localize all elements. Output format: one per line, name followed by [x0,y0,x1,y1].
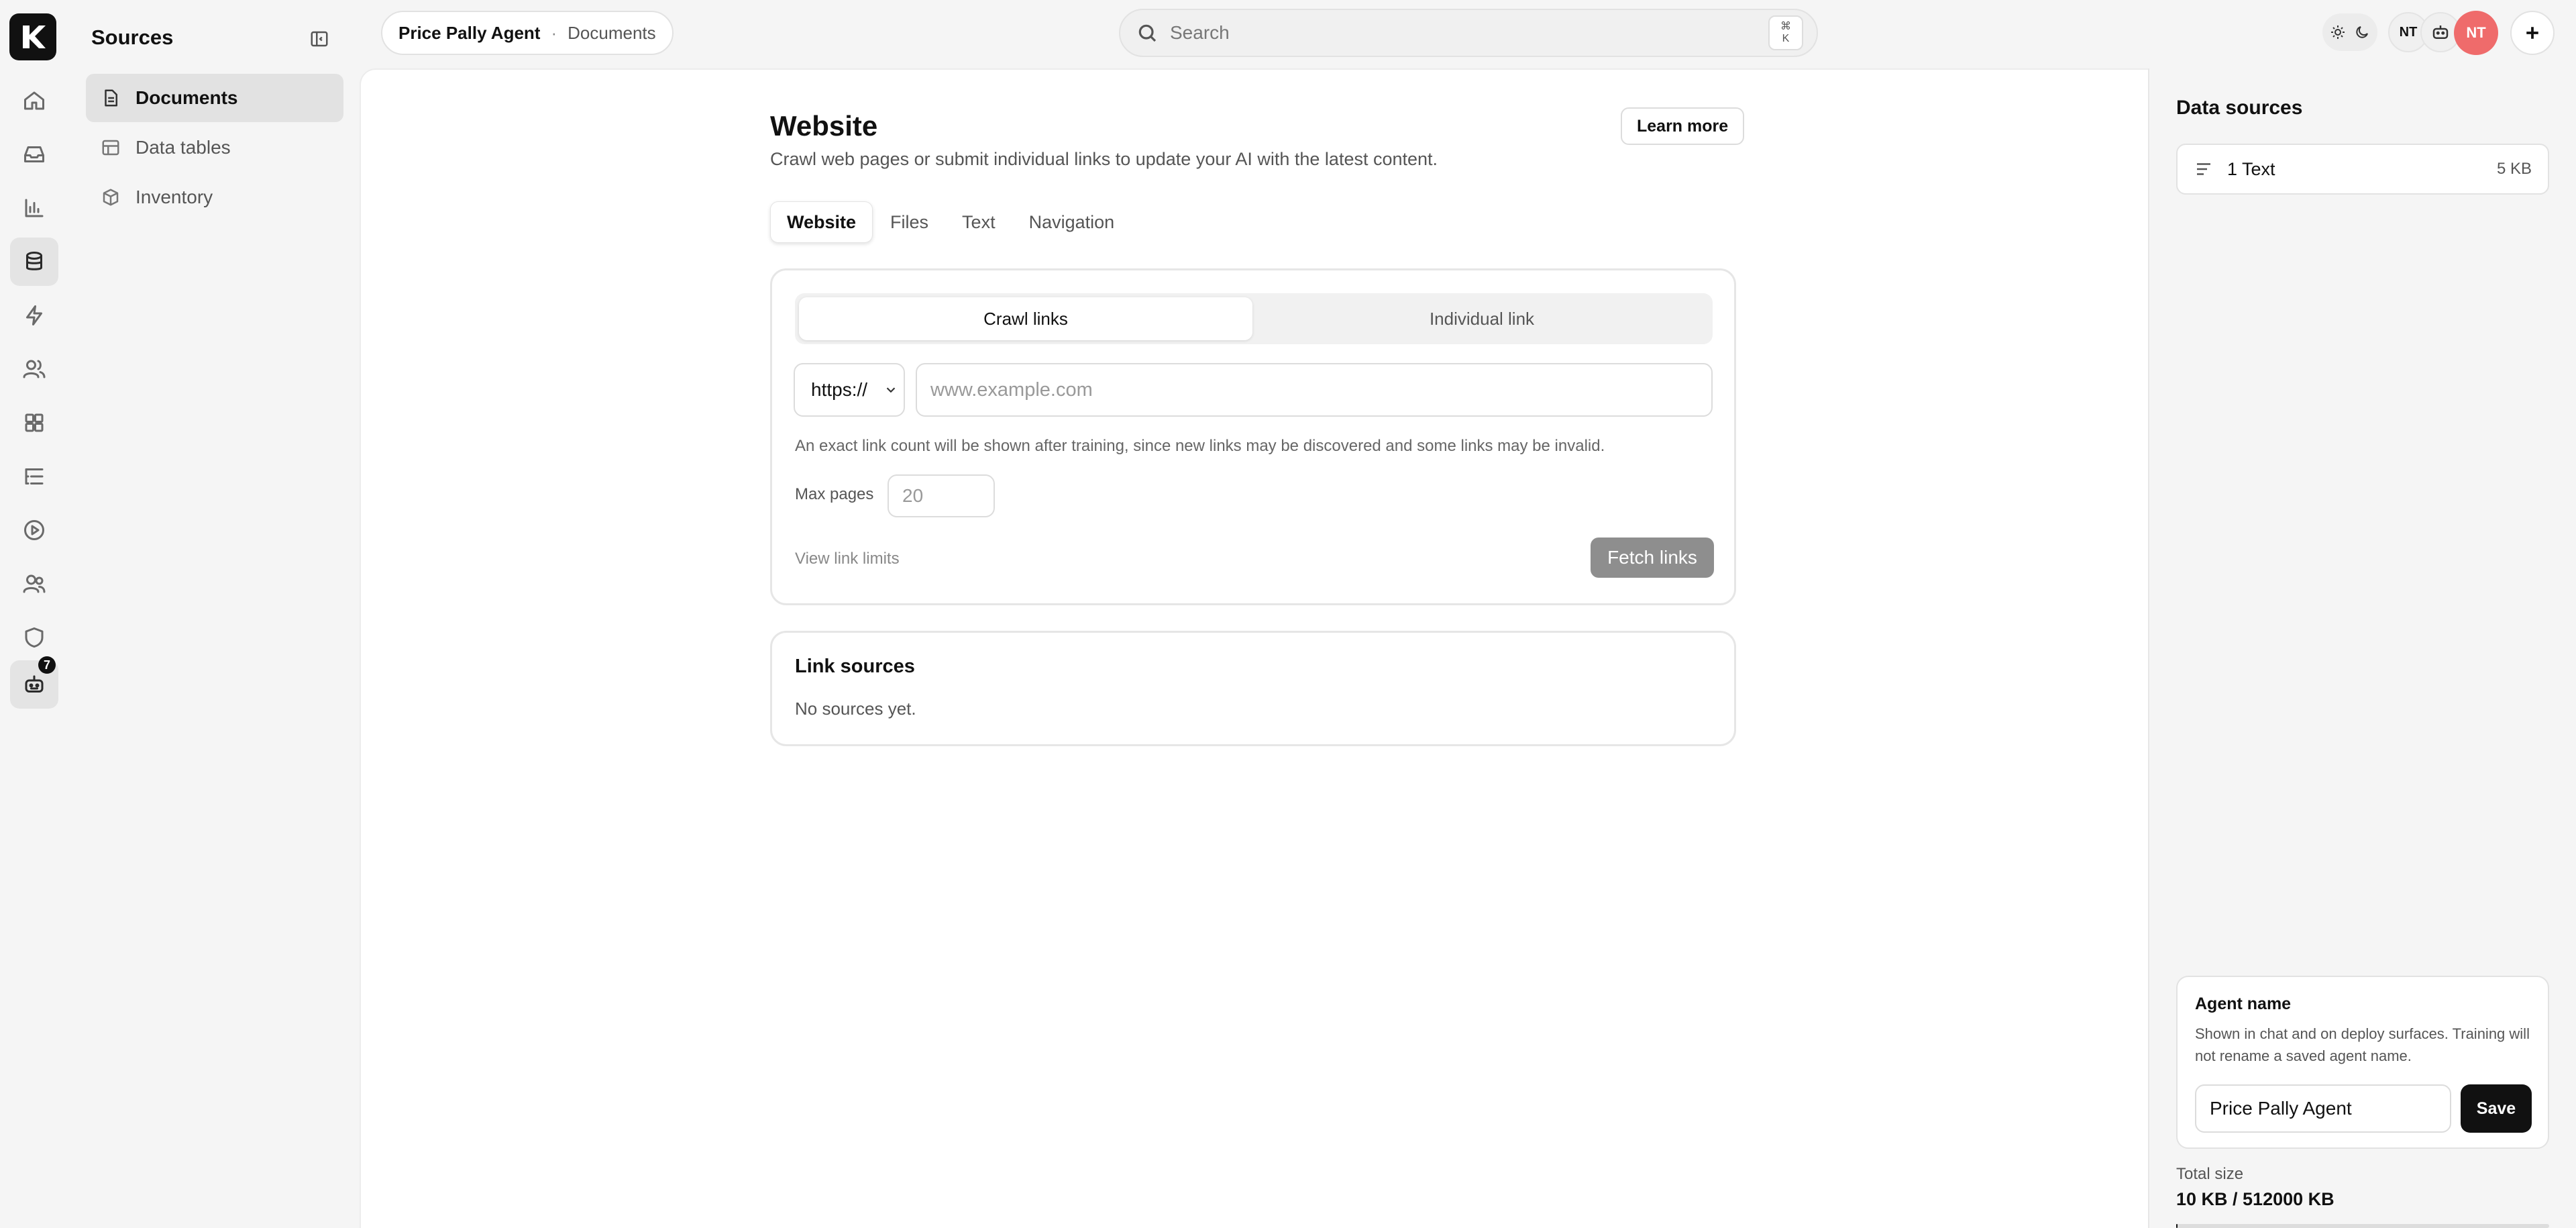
total-size-value: 10 KB / 512000 KB [2176,1189,2334,1209]
data-sources-title: Data sources [2176,97,2303,119]
breadcrumb-page[interactable]: Documents [568,23,656,44]
rail-tasks[interactable] [10,452,58,501]
team-icon [23,574,46,593]
save-button[interactable]: Save [2461,1084,2532,1133]
robot-icon [25,675,44,693]
url-input[interactable] [916,363,1713,417]
sidebar-item-data-tables[interactable]: Data tables [86,123,343,172]
max-pages-label: Max pages [795,485,874,503]
total-size-label: Total size [2176,1165,2244,1183]
link-count-hint: An exact link count will be shown after … [795,437,1605,455]
agent-name-card: Agent name Shown in chat and on deploy s… [2176,976,2549,1149]
agents-count-badge: 7 [38,656,56,674]
keyboard-shortcut-hint: ⌘ K [1768,15,1803,50]
collapse-sidebar-button[interactable] [307,27,331,51]
avatar[interactable]: NT [2454,11,2498,55]
search-bar[interactable]: Search ⌘ K [1119,9,1818,57]
sun-icon [2331,25,2345,39]
individual-link-option[interactable]: Individual link [1255,297,1709,340]
inbox-icon [24,146,44,162]
data-source-label: 1 Text [2227,158,2275,179]
checklist-icon [25,468,44,484]
shield-icon [25,627,44,648]
rail-sources[interactable] [10,238,58,286]
rail-contacts[interactable] [10,345,58,393]
rail-home[interactable] [10,76,58,125]
kbd-command: ⌘ [1780,21,1791,33]
users-icon [23,360,46,378]
plus-icon [2526,27,2538,39]
sidebar-item-documents[interactable]: Documents [86,74,343,122]
breadcrumb-separator: · [551,22,557,43]
rail-security[interactable] [10,613,58,662]
bar-chart-icon [25,199,44,217]
rail-analytics[interactable] [10,184,58,232]
sidebar-collapse-icon [311,31,328,47]
icon-rail: 7 [0,0,68,1228]
agent-name-title: Agent name [2195,994,2292,1013]
robot-icon [2432,25,2449,39]
grid-icon [25,413,44,432]
rail-inbox[interactable] [10,130,58,178]
fetch-links-button[interactable]: Fetch links [1591,538,1714,578]
sidebar-title: Sources [91,25,174,49]
rail-agents[interactable]: 7 [10,656,58,709]
sidebar-item-inventory[interactable]: Inventory [86,173,343,221]
data-source-size: 5 KB [2496,160,2532,178]
lightning-icon [26,305,42,325]
source-tabs: Website Files Text Navigation [770,201,1130,243]
page-title: Website [770,110,878,142]
agent-name-input[interactable] [2195,1084,2451,1133]
search-placeholder: Search [1170,22,1230,43]
top-bar: Price Pally Agent · Documents Search ⌘ K… [357,0,2576,68]
sources-sidebar: Sources Documents Data tables Inventory [68,0,357,1228]
main-content: Website Crawl web pages or submit indivi… [360,68,2148,1228]
data-source-item[interactable]: 1 Text 5 KB [2176,144,2549,195]
breadcrumb-agent[interactable]: Price Pally Agent [398,23,540,44]
tab-navigation[interactable]: Navigation [1013,201,1131,243]
play-circle-icon [24,520,44,540]
tab-website[interactable]: Website [770,201,873,243]
document-icon [105,89,117,107]
learn-more-button[interactable]: Learn more [1621,107,1745,145]
crawl-links-option[interactable]: Crawl links [799,297,1252,340]
chevron-down-icon [886,387,896,393]
rail-integrations[interactable] [10,399,58,447]
rail-team[interactable] [10,560,58,608]
protocol-select[interactable]: https:// [794,363,905,417]
total-size-fill [2176,1224,2178,1228]
data-sources-panel: Data sources 1 Text 5 KB Agent name Show… [2148,68,2576,1228]
page-subtitle: Crawl web pages or submit individual lin… [770,149,1438,169]
text-lines-icon [2197,163,2210,175]
kbd-key: K [1782,33,1790,44]
moon-icon [2356,26,2368,38]
home-icon [24,91,44,110]
rail-playground[interactable] [10,506,58,554]
box-icon [103,189,119,206]
sidebar-item-label: Inventory [136,187,213,207]
view-link-limits-link[interactable]: View link limits [795,550,900,568]
search-icon [1138,24,1157,42]
max-pages-input[interactable] [888,474,995,517]
app-logo[interactable] [9,13,56,60]
link-sources-empty: No sources yet. [795,699,916,719]
breadcrumb: Price Pally Agent · Documents [381,11,674,55]
table-icon [102,140,119,156]
tab-files[interactable]: Files [874,201,945,243]
crawl-card: Crawl links Individual link https:// An … [770,268,1736,605]
sidebar-item-label: Documents [136,87,238,108]
sidebar-item-label: Data tables [136,137,231,158]
database-icon [26,252,42,270]
link-sources-title: Link sources [795,656,915,677]
logo-icon [23,25,46,48]
protocol-value: https:// [811,379,868,400]
total-size-bar [2176,1224,2549,1228]
agent-name-description: Shown in chat and on deploy surfaces. Tr… [2195,1025,2530,1064]
rail-actions[interactable] [10,291,58,340]
theme-toggle[interactable] [2322,13,2377,51]
add-button[interactable] [2510,11,2555,55]
tab-text[interactable]: Text [946,201,1012,243]
link-sources-card: Link sources No sources yet. [770,631,1736,746]
crawl-mode-toggle: Crawl links Individual link [795,293,1713,344]
